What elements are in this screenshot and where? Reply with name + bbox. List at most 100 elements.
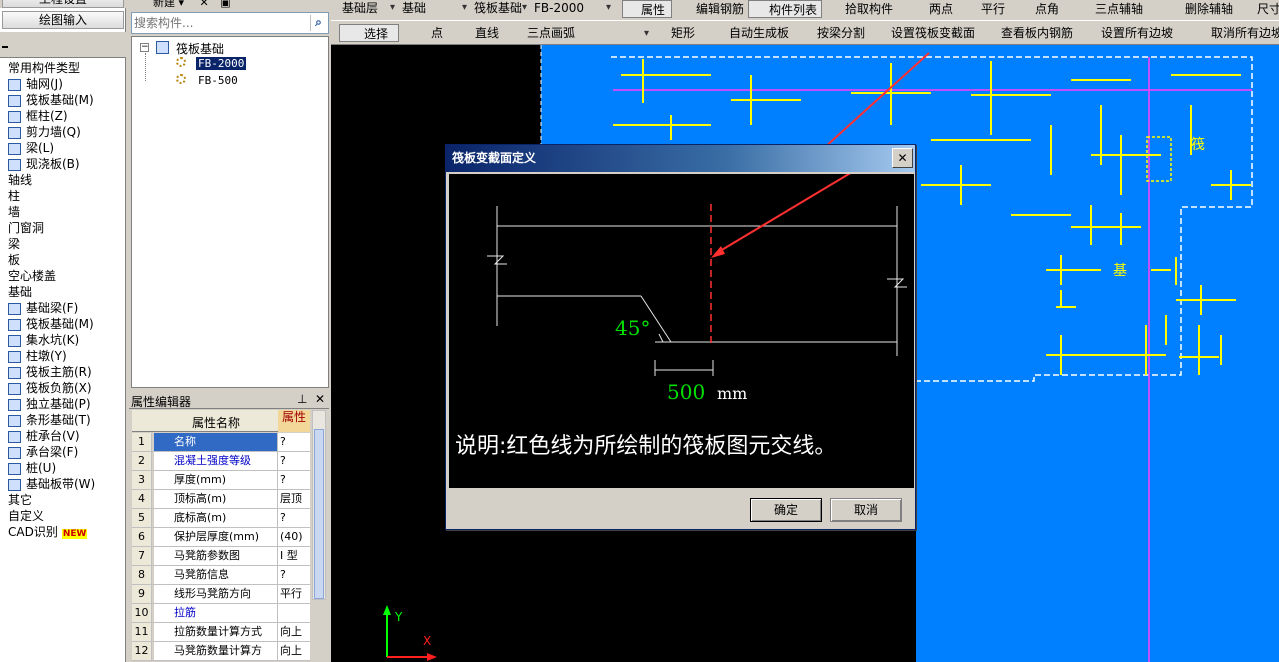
component-list-button[interactable]: 构件列表	[748, 0, 822, 18]
dialog-titlebar[interactable]: 筏板变截面定义	[446, 145, 915, 172]
property-scrollbar[interactable]	[312, 410, 326, 600]
rectangle-button[interactable]: 矩形	[653, 24, 695, 42]
view-slab-rebar-button[interactable]: 查看板内钢筋	[983, 24, 1073, 42]
search-icon[interactable]: ⌕	[310, 15, 326, 31]
tree-item[interactable]: 桩承台(V)	[8, 428, 80, 444]
split-by-beam-button[interactable]: 按梁分割	[799, 24, 865, 42]
three-point-arc-button[interactable]: 三点画弧	[509, 24, 575, 42]
property-row[interactable]: 6 保护层厚度(mm) (40)	[132, 528, 310, 547]
project-settings-button[interactable]: 工程设置	[2, 0, 124, 8]
tree-item[interactable]: 门窗洞	[8, 220, 44, 236]
pick-component-button[interactable]: 拾取构件	[827, 0, 893, 18]
edit-rebar-button[interactable]: 编辑钢筋	[676, 0, 744, 18]
tree-item[interactable]: 承台梁(F)	[8, 444, 78, 460]
delete-axis-button[interactable]: 删除辅轴	[1165, 0, 1233, 18]
tree-item[interactable]: 其它	[8, 492, 32, 508]
tree-item[interactable]: 筏板基础(M)	[8, 316, 94, 332]
property-row[interactable]: 10 拉筋	[132, 604, 310, 623]
cancel-all-slopes-button[interactable]: 取消所有边坡	[1193, 24, 1279, 42]
property-value[interactable]: ?	[278, 471, 310, 489]
copy-icon[interactable]: ▣	[220, 0, 230, 9]
tree-item[interactable]: 空心楼盖	[8, 268, 56, 284]
property-value[interactable]: 层顶	[278, 490, 310, 508]
tree-item[interactable]: 框柱(Z)	[8, 108, 68, 124]
point-button[interactable]: 点	[413, 24, 443, 42]
line-button[interactable]: 直线	[457, 24, 499, 42]
collapse-icon[interactable]	[2, 46, 8, 48]
property-row[interactable]: 11 拉筋数量计算方式 向上	[132, 623, 310, 642]
search-input[interactable]	[134, 15, 306, 31]
drawing-input-button[interactable]: 绘图输入	[2, 11, 124, 29]
close-icon[interactable]: ✕	[315, 392, 325, 406]
tree-collapse-icon[interactable]: −	[140, 43, 149, 52]
set-all-slopes-button[interactable]: 设置所有边坡	[1083, 24, 1173, 42]
property-value[interactable]: ?	[278, 566, 310, 584]
tree-item[interactable]: 剪力墙(Q)	[8, 124, 81, 140]
select-button[interactable]: 选择	[339, 24, 399, 42]
tree-item[interactable]: 轴网(J)	[8, 76, 63, 92]
property-value[interactable]: I 型	[278, 547, 310, 565]
tree-item[interactable]: 柱	[8, 188, 20, 204]
property-value[interactable]: (40)	[278, 528, 310, 546]
delete-icon[interactable]: ✕	[200, 0, 209, 9]
tree-item[interactable]: 筏板基础(M)	[8, 92, 94, 108]
tree-item[interactable]: 桩(U)	[8, 460, 56, 476]
property-row[interactable]: 8 马凳筋信息?	[132, 566, 310, 585]
property-row[interactable]: 4 顶标高(m) 层顶	[132, 490, 310, 509]
tree-item[interactable]: 基础板带(W)	[8, 476, 95, 492]
type-select[interactable]: 筏板基础	[471, 0, 529, 18]
arc-mode-select[interactable]	[591, 26, 651, 42]
auto-generate-slab-button[interactable]: 自动生成板	[711, 24, 789, 42]
property-row[interactable]: 9 线形马凳筋方向 平行	[132, 585, 310, 604]
set-raft-section-button[interactable]: 设置筏板变截面	[871, 24, 975, 42]
tree-item[interactable]: 筏板负筋(X)	[8, 380, 92, 396]
point-angle-button[interactable]: 点角	[1015, 0, 1059, 18]
pin-icon[interactable]: ⊥	[297, 392, 307, 406]
property-button[interactable]: 属性	[622, 0, 672, 18]
tree-item[interactable]: 自定义	[8, 508, 44, 524]
dialog-close-icon[interactable]: ✕	[892, 148, 913, 168]
tree-item[interactable]: 柱墩(Y)	[8, 348, 67, 364]
tree-item[interactable]: 基础梁(F)	[8, 300, 78, 316]
tree-item[interactable]: 梁(L)	[8, 140, 54, 156]
new-button[interactable]: 新建	[153, 0, 175, 9]
tree-item[interactable]: 基础	[8, 284, 32, 300]
three-point-axis-button[interactable]: 三点辅轴	[1077, 0, 1143, 18]
parallel-button[interactable]: 平行	[963, 0, 1005, 18]
floor-select[interactable]: 基础层	[339, 0, 397, 18]
item-select[interactable]: FB-2000	[531, 0, 613, 18]
property-row[interactable]: 12 马凳筋数量计算方 向上	[132, 642, 310, 661]
property-value[interactable]: ?	[278, 433, 310, 451]
property-row[interactable]: 1 名称?	[132, 433, 310, 452]
tree-item[interactable]: CAD识别 NEW	[8, 524, 88, 540]
tree-item[interactable]: 独立基础(P)	[8, 396, 91, 412]
tree-item[interactable]: 板	[8, 252, 20, 268]
property-value[interactable]	[278, 604, 310, 622]
property-value[interactable]: 向上	[278, 623, 310, 641]
property-value[interactable]: 向上	[278, 642, 310, 660]
property-row[interactable]: 7 马凳筋参数图 I 型	[132, 547, 310, 566]
property-value[interactable]: ?	[278, 509, 310, 527]
property-row[interactable]: 3 厚度(mm)?	[132, 471, 310, 490]
cancel-button[interactable]: 取消	[830, 498, 902, 522]
property-value[interactable]: 平行	[278, 585, 310, 603]
component-item-fb500[interactable]: FB-500	[198, 74, 238, 87]
property-row[interactable]: 2 混凝土强度等级?	[132, 452, 310, 471]
property-row[interactable]: 5 底标高(m)?	[132, 509, 310, 528]
tree-item[interactable]: 常用构件类型	[8, 60, 80, 76]
property-value[interactable]: ?	[278, 452, 310, 470]
tree-item[interactable]: 集水坑(K)	[8, 332, 79, 348]
tree-item[interactable]: 筏板主筋(R)	[8, 364, 92, 380]
tree-item[interactable]: 轴线	[8, 172, 32, 188]
component-item-fb2000[interactable]: FB-2000	[196, 57, 247, 70]
two-point-button[interactable]: 两点	[911, 0, 953, 18]
tree-item[interactable]: 条形基础(T)	[8, 412, 91, 428]
new-dropdown-icon[interactable]: ▾	[179, 0, 185, 9]
tree-item[interactable]: 现浇板(B)	[8, 156, 80, 172]
tree-item[interactable]: 梁	[8, 236, 20, 252]
dimension-button[interactable]: 尺寸	[1239, 0, 1279, 18]
tree-root-label[interactable]: 筏板基础	[176, 40, 224, 57]
tree-item[interactable]: 墙	[8, 204, 20, 220]
ok-button[interactable]: 确定	[750, 498, 822, 522]
category-select[interactable]: 基础	[399, 0, 469, 18]
